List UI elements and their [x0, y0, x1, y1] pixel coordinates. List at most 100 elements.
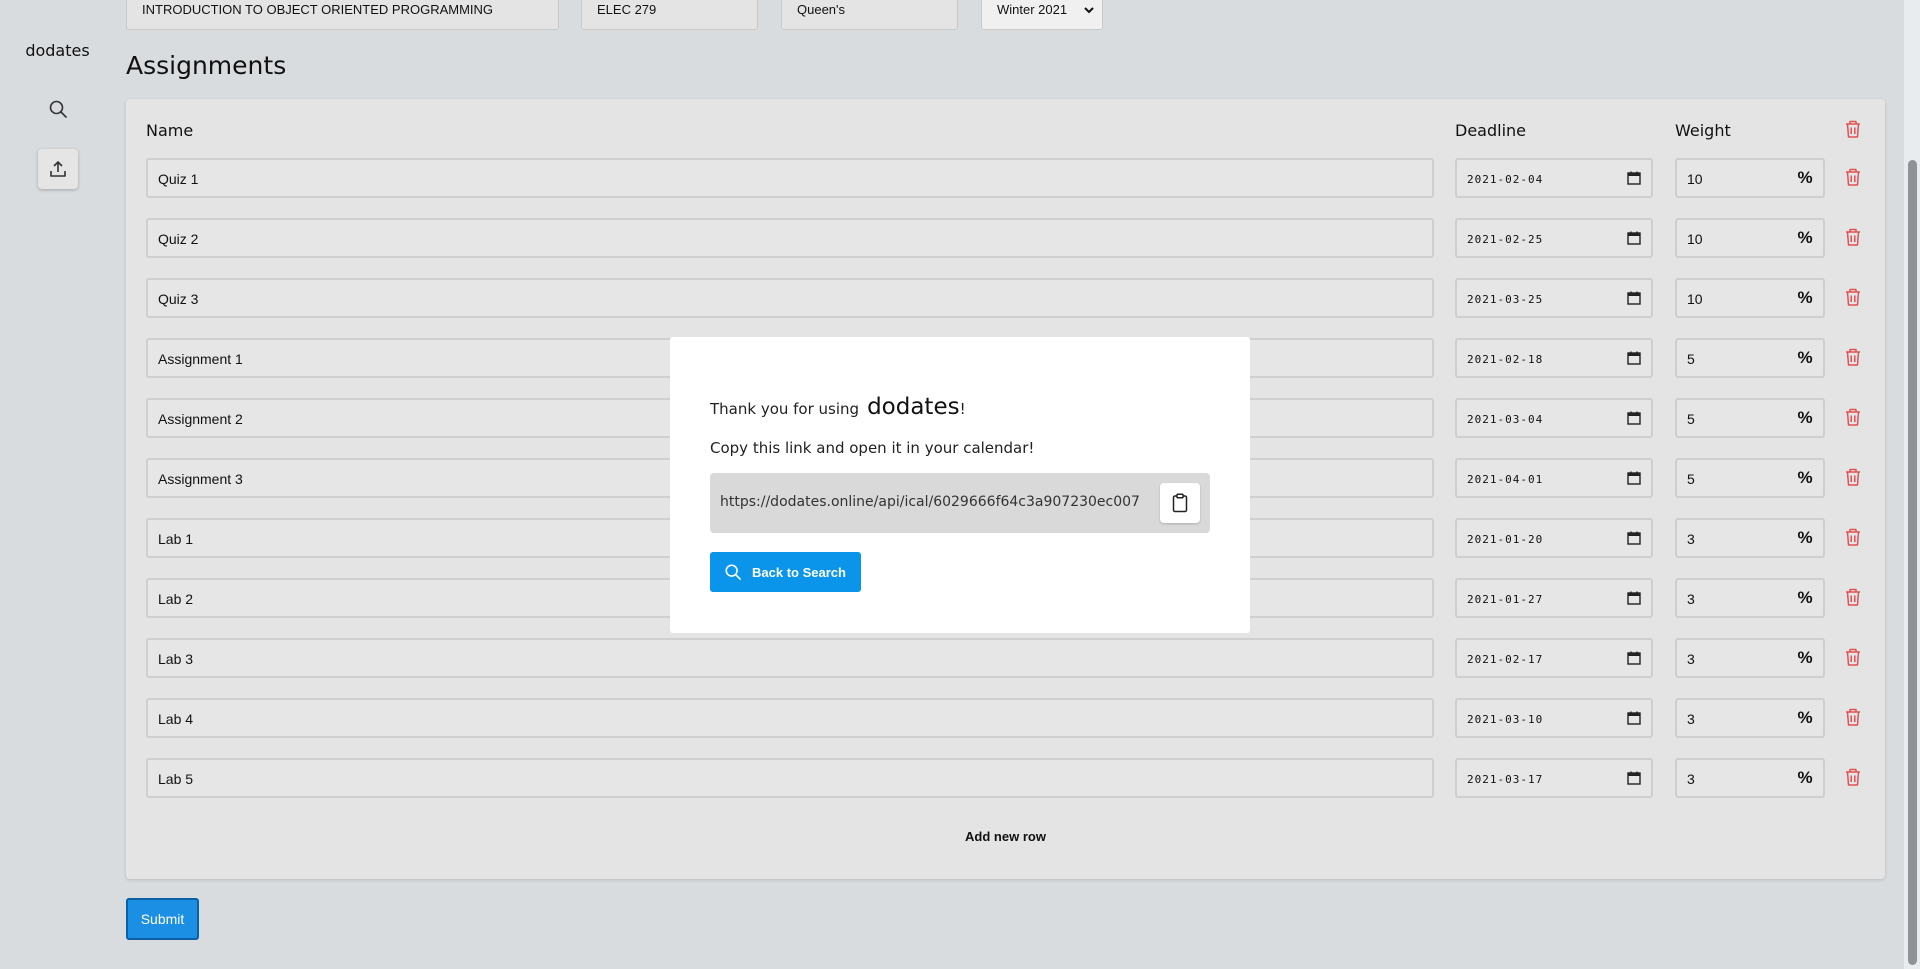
search-icon: [49, 100, 67, 118]
term-select[interactable]: Winter 2021: [981, 0, 1103, 30]
percent-label: %: [1797, 588, 1813, 607]
trash-icon: [1846, 228, 1860, 246]
delete-row-button[interactable]: [1844, 167, 1862, 192]
deadline-input[interactable]: 2021-03-10: [1455, 698, 1653, 738]
assignment-name-input[interactable]: Quiz 1: [146, 158, 1434, 198]
percent-label: %: [1797, 228, 1813, 247]
weight-value: 3: [1687, 711, 1695, 727]
thanks-brand: dodates: [867, 394, 960, 420]
clipboard-icon: [1172, 493, 1188, 513]
deadline-input[interactable]: 2021-03-04: [1455, 398, 1653, 438]
delete-row-button[interactable]: [1844, 707, 1862, 732]
calendar-icon: [1627, 351, 1641, 365]
delete-row-button[interactable]: [1844, 587, 1862, 612]
deadline-input[interactable]: 2021-02-18: [1455, 338, 1653, 378]
weight-input[interactable]: 10%: [1675, 278, 1825, 318]
calendar-icon: [1627, 651, 1641, 665]
back-to-search-button[interactable]: Back to Search: [710, 552, 861, 592]
deadline-value: 2021-03-04: [1467, 413, 1544, 426]
weight-input[interactable]: 10%: [1675, 158, 1825, 198]
app-brand[interactable]: dodates: [0, 41, 115, 60]
deadline-input[interactable]: 2021-02-25: [1455, 218, 1653, 258]
calendar-picker-button[interactable]: [1627, 411, 1641, 428]
column-header-name: Name: [146, 121, 194, 140]
calendar-icon: [1627, 531, 1641, 545]
weight-input[interactable]: 5%: [1675, 398, 1825, 438]
deadline-input[interactable]: 2021-02-04: [1455, 158, 1653, 198]
trash-icon: [1846, 120, 1860, 138]
weight-value: 5: [1687, 471, 1695, 487]
weight-input[interactable]: 10%: [1675, 218, 1825, 258]
percent-label: %: [1797, 528, 1813, 547]
assignment-name-input[interactable]: Lab 3: [146, 638, 1434, 678]
percent-label: %: [1797, 288, 1813, 307]
calendar-picker-button[interactable]: [1627, 711, 1641, 728]
delete-row-button[interactable]: [1844, 347, 1862, 372]
delete-row-button[interactable]: [1844, 227, 1862, 252]
delete-all-button[interactable]: [1844, 119, 1862, 144]
weight-input[interactable]: 3%: [1675, 698, 1825, 738]
thanks-suffix: !: [959, 400, 966, 418]
trash-icon: [1846, 768, 1860, 786]
sidebar-search-button[interactable]: [38, 89, 78, 129]
deadline-value: 2021-03-25: [1467, 293, 1544, 306]
table-row: Lab 4 2021-03-10 3%: [0, 698, 1920, 738]
calendar-picker-button[interactable]: [1627, 651, 1641, 668]
deadline-input[interactable]: 2021-02-17: [1455, 638, 1653, 678]
table-row: Quiz 2 2021-02-25 10%: [0, 218, 1920, 258]
add-row-button[interactable]: Add new row: [126, 829, 1885, 844]
deadline-input[interactable]: 2021-03-17: [1455, 758, 1653, 798]
deadline-input[interactable]: 2021-01-27: [1455, 578, 1653, 618]
delete-row-button[interactable]: [1844, 527, 1862, 552]
term-select-value: Winter 2021: [997, 2, 1068, 17]
assignment-name-input[interactable]: Lab 4: [146, 698, 1434, 738]
submit-button[interactable]: Submit: [126, 898, 199, 940]
deadline-input[interactable]: 2021-04-01: [1455, 458, 1653, 498]
course-name-field[interactable]: INTRODUCTION TO OBJECT ORIENTED PROGRAMM…: [126, 0, 559, 30]
delete-row-button[interactable]: [1844, 647, 1862, 672]
delete-row-button[interactable]: [1844, 767, 1862, 792]
delete-row-button[interactable]: [1844, 407, 1862, 432]
weight-input[interactable]: 5%: [1675, 338, 1825, 378]
thanks-prefix: Thank you for using: [710, 400, 860, 418]
weight-value: 10: [1687, 291, 1703, 307]
calendar-icon: [1627, 471, 1641, 485]
percent-label: %: [1797, 648, 1813, 667]
deadline-input[interactable]: 2021-01-20: [1455, 518, 1653, 558]
weight-input[interactable]: 3%: [1675, 518, 1825, 558]
calendar-picker-button[interactable]: [1627, 291, 1641, 308]
table-row: Lab 5 2021-03-17 3%: [0, 758, 1920, 798]
weight-value: 3: [1687, 531, 1695, 547]
calendar-picker-button[interactable]: [1627, 171, 1641, 188]
deadline-value: 2021-01-20: [1467, 533, 1544, 546]
school-field[interactable]: Queen's: [781, 0, 958, 30]
calendar-picker-button[interactable]: [1627, 591, 1641, 608]
weight-value: 10: [1687, 171, 1703, 187]
copy-link-button[interactable]: [1160, 483, 1200, 523]
deadline-value: 2021-04-01: [1467, 473, 1544, 486]
delete-row-button[interactable]: [1844, 467, 1862, 492]
trash-icon: [1846, 348, 1860, 366]
calendar-picker-button[interactable]: [1627, 351, 1641, 368]
weight-input[interactable]: 3%: [1675, 638, 1825, 678]
deadline-input[interactable]: 2021-03-25: [1455, 278, 1653, 318]
trash-icon: [1846, 408, 1860, 426]
calendar-picker-button[interactable]: [1627, 771, 1641, 788]
delete-row-button[interactable]: [1844, 287, 1862, 312]
scrollbar[interactable]: [1904, 0, 1920, 969]
course-code-field[interactable]: ELEC 279: [581, 0, 758, 30]
calendar-picker-button[interactable]: [1627, 231, 1641, 248]
weight-input[interactable]: 5%: [1675, 458, 1825, 498]
assignment-name-input[interactable]: Quiz 3: [146, 278, 1434, 318]
calendar-picker-button[interactable]: [1627, 471, 1641, 488]
weight-input[interactable]: 3%: [1675, 758, 1825, 798]
calendar-link[interactable]: https://dodates.online/api/ical/6029666f…: [720, 494, 1140, 510]
scrollbar-thumb[interactable]: [1908, 160, 1917, 965]
weight-value: 5: [1687, 351, 1695, 367]
assignment-name-input[interactable]: Quiz 2: [146, 218, 1434, 258]
weight-value: 3: [1687, 651, 1695, 667]
weight-input[interactable]: 3%: [1675, 578, 1825, 618]
calendar-picker-button[interactable]: [1627, 531, 1641, 548]
deadline-value: 2021-03-10: [1467, 713, 1544, 726]
assignment-name-input[interactable]: Lab 5: [146, 758, 1434, 798]
